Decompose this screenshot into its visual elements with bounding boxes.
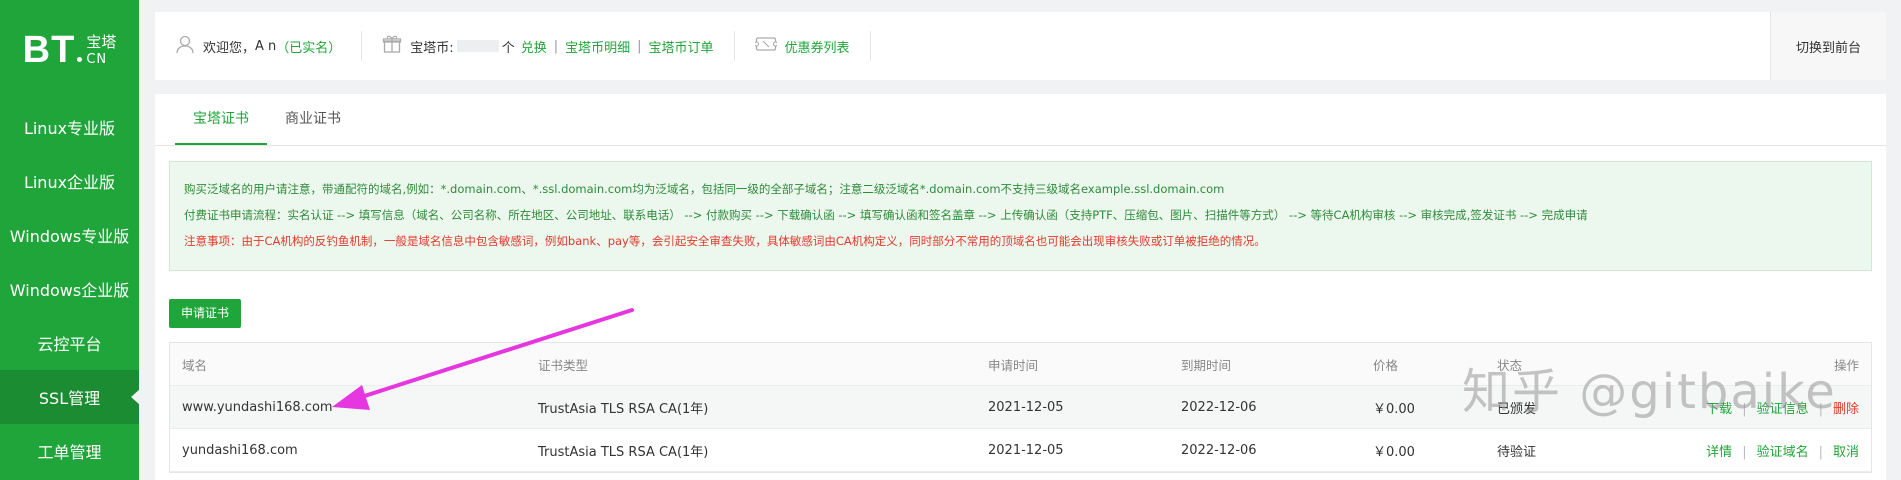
notice-process: 付费证书申请流程：实名认证 --> 填写信息（域名、公司名称、所在地区、公司地址… xyxy=(184,208,1588,222)
coupon-segment: 优惠券列表 xyxy=(735,31,871,61)
bt-logo[interactable]: BT 宝塔 CN xyxy=(0,0,139,100)
cell-actions: 详情 | 验证域名 | 取消 xyxy=(1706,444,1859,460)
table-header: 域名 证书类型 申请时间 到期时间 价格 状态 操作 xyxy=(170,343,1871,386)
logo-cn-top: 宝塔 xyxy=(86,32,117,51)
verify-info-link[interactable]: 验证信息 xyxy=(1757,402,1809,417)
cell-expire-time: 2022-12-06 xyxy=(1181,442,1257,458)
col-actions: 操作 xyxy=(1833,357,1859,373)
cell-domain: yundashi168.com xyxy=(182,442,298,458)
cell-type: TrustAsia TLS RSA CA(1年) xyxy=(538,444,709,460)
cert-table: 域名 证书类型 申请时间 到期时间 价格 状态 操作 www.yundashi1… xyxy=(169,342,1872,473)
sidebar-item-label: Windows企业版 xyxy=(9,281,130,300)
sidebar-item-label: 云控平台 xyxy=(37,335,102,354)
cell-apply-time: 2021-12-05 xyxy=(988,399,1064,415)
cell-expire-time: 2022-12-06 xyxy=(1181,399,1257,415)
col-domain: 域名 xyxy=(182,357,208,373)
sidebar-item-tickets[interactable]: 工单管理 xyxy=(0,424,139,478)
coin-label: 宝塔币: xyxy=(410,40,454,56)
table-row: yundashi168.com TrustAsia TLS RSA CA(1年)… xyxy=(170,429,1871,472)
logo-bt-text: BT xyxy=(22,28,76,71)
welcome-segment: 欢迎您， A n （已实名） xyxy=(155,31,363,61)
logo-dot xyxy=(77,56,83,62)
tab-commercial-cert[interactable]: 商业证书 xyxy=(267,94,359,145)
ssl-panel: 宝塔证书 商业证书 购买泛域名的用户请注意，带通配符的域名,例如：*.domai… xyxy=(155,94,1886,480)
cert-tabs: 宝塔证书 商业证书 xyxy=(155,94,1886,146)
sidebar-item-label: Linux企业版 xyxy=(23,173,116,192)
col-price: 价格 xyxy=(1373,357,1399,373)
cell-type: TrustAsia TLS RSA CA(1年) xyxy=(538,401,709,417)
sidebar-item-label: SSL管理 xyxy=(38,389,101,408)
sidebar-item-windows-pro[interactable]: Windows专业版 xyxy=(0,208,139,262)
sidebar-item-label: Linux专业版 xyxy=(23,119,116,138)
cell-domain: www.yundashi168.com xyxy=(182,399,333,415)
coin-order-link[interactable]: 宝塔币订单 xyxy=(649,37,714,56)
sidebar-item-label: 工单管理 xyxy=(37,443,102,462)
sidebar-item-label: Windows专业版 xyxy=(9,227,130,246)
sidebar-item-cloud-control[interactable]: 云控平台 xyxy=(0,316,139,370)
coin-unit: 个 xyxy=(501,40,515,56)
tab-bt-cert[interactable]: 宝塔证书 xyxy=(175,94,267,145)
apply-cert-button[interactable]: 申请证书 xyxy=(169,299,242,328)
cell-price: ￥0.00 xyxy=(1373,401,1415,417)
col-status: 状态 xyxy=(1497,357,1523,373)
exchange-link[interactable]: 兑换 xyxy=(521,37,547,56)
sidebar-item-linux-pro[interactable]: Linux专业版 xyxy=(0,100,139,154)
switch-to-front-button[interactable]: 切换到前台 xyxy=(1770,12,1886,80)
coin-segment: 宝塔币: 个 兑换 | 宝塔币明细 | 宝塔币订单 xyxy=(362,31,735,61)
sidebar-item-windows-enterprise[interactable]: Windows企业版 xyxy=(0,262,139,316)
coin-amount-hidden xyxy=(456,40,499,52)
download-link[interactable]: 下载 xyxy=(1706,402,1732,417)
cell-price: ￥0.00 xyxy=(1373,444,1415,460)
cell-status: 待验证 xyxy=(1497,444,1537,460)
realname-status[interactable]: （已实名） xyxy=(276,37,341,56)
coupon-icon xyxy=(753,35,778,57)
coupon-list-link[interactable]: 优惠券列表 xyxy=(785,37,850,56)
notice-box: 购买泛域名的用户请注意，带通配符的域名,例如：*.domain.com、*.ss… xyxy=(169,161,1872,271)
username: A n xyxy=(255,38,277,54)
welcome-text: 欢迎您， xyxy=(203,40,256,56)
notice-wildcard: 购买泛域名的用户请注意，带通配符的域名,例如：*.domain.com、*.ss… xyxy=(184,182,1225,196)
gift-icon xyxy=(382,34,402,58)
detail-link[interactable]: 详情 xyxy=(1706,445,1732,460)
logo-cn-bottom: CN xyxy=(86,51,108,67)
notice-warning: 注意事项：由于CA机构的反钓鱼机制，一般是域名信息中包含敏感词，例如bank、p… xyxy=(184,234,1266,248)
table-row: www.yundashi168.com TrustAsia TLS RSA CA… xyxy=(170,386,1871,429)
user-info-bar: 欢迎您， A n （已实名） 宝塔币: 个 兑换 | 宝塔币明细 | 宝塔币订单… xyxy=(155,12,1886,80)
verify-domain-link[interactable]: 验证域名 xyxy=(1757,445,1809,460)
col-apply-time: 申请时间 xyxy=(988,357,1039,373)
col-type: 证书类型 xyxy=(538,357,589,373)
sidebar-item-linux-enterprise[interactable]: Linux企业版 xyxy=(0,154,139,208)
cell-status: 已颁发 xyxy=(1497,401,1537,417)
delete-link[interactable]: 删除 xyxy=(1833,402,1859,417)
user-icon xyxy=(175,34,195,58)
cancel-link[interactable]: 取消 xyxy=(1833,445,1859,460)
cell-apply-time: 2021-12-05 xyxy=(988,442,1064,458)
sidebar: BT 宝塔 CN Linux专业版 Linux企业版 Windows专业版 Wi… xyxy=(0,0,140,480)
coin-detail-link[interactable]: 宝塔币明细 xyxy=(565,37,630,56)
cell-actions: 下载 | 验证信息 | 删除 xyxy=(1706,401,1859,417)
col-expire-time: 到期时间 xyxy=(1181,357,1232,373)
sidebar-item-ssl[interactable]: SSL管理 xyxy=(0,370,140,424)
